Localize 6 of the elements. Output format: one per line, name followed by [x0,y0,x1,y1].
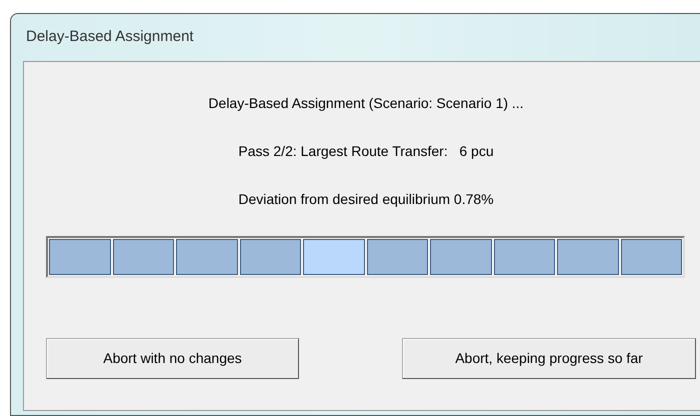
status-text: Deviation from desired equilibrium 0.78% [238,190,494,208]
status-text: Delay-Based Assignment (Scenario: Scenario 1) ... [208,94,524,112]
status-text: Pass 2/2: Largest Route Transfer: 6 pcu [238,142,494,160]
abort-button[interactable]: Abort, keeping progress so far [402,338,696,379]
abort-button[interactable]: Abort with no changes [46,338,299,379]
window-title: Delay-Based Assignment [25,27,195,48]
